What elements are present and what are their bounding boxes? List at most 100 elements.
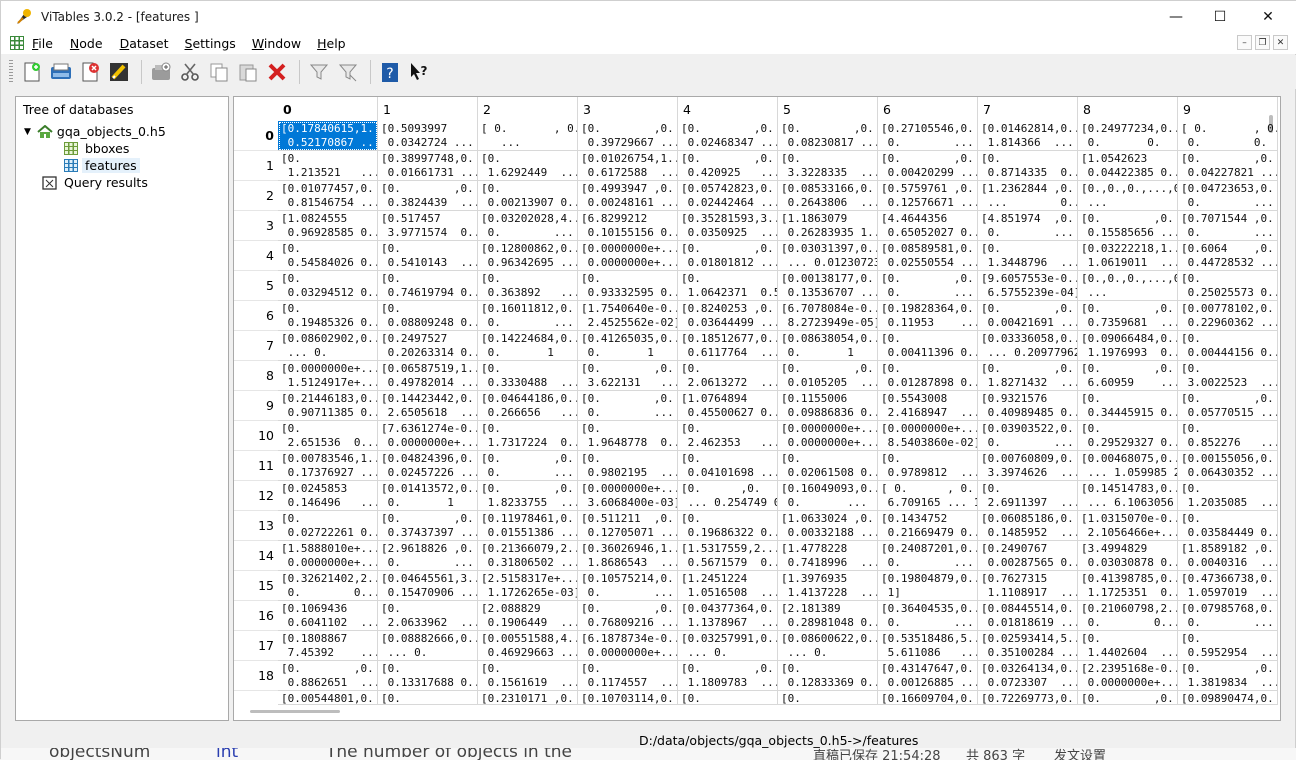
table-cell[interactable]: [7.6361274e-0... 0.0000000e+... <box>378 421 478 451</box>
table-cell[interactable]: [0.0000000e+... 8.5403860e-02] <box>878 421 978 451</box>
table-cell[interactable]: [0. 0.34445915 0.... <box>1078 391 1178 421</box>
table-cell[interactable]: [0.09890474,0. <box>1178 691 1278 705</box>
table-cell[interactable]: [0. 1.0642371 0.5... <box>678 271 778 301</box>
table-cell[interactable]: [1.0633024 ,0. 0.00332188 ...... <box>778 511 878 541</box>
table-cell[interactable]: [0. 2.0613272 ... <box>678 361 778 391</box>
table-cell[interactable]: [0.16049093,0.... 0. ... <box>778 481 878 511</box>
table-cell[interactable]: [0.517457 3.9771574 0.... <box>378 211 478 241</box>
table-cell[interactable]: [1.0315070e-0... 2.1056466e+... <box>1078 511 1178 541</box>
table-cell[interactable]: [0.03257991,0.... ... 0. <box>678 631 778 661</box>
table-cell[interactable]: [0.5093997 0.0342724 ... <box>378 121 478 151</box>
table-cell[interactable]: [0. 0.04101698 ...... <box>678 451 778 481</box>
open-file-button[interactable] <box>48 59 74 85</box>
table-cell[interactable]: [0. 0.3330488 ... <box>478 361 578 391</box>
table-cell[interactable]: [0.19804879,0.... 1] <box>878 571 978 601</box>
edit-button[interactable] <box>106 59 132 85</box>
table-cell[interactable]: [1.7540640e-0... 2.4525562e-02] <box>578 301 678 331</box>
table-cell[interactable]: [1.8589182 ,0. 0.0040316 ... <box>1178 541 1278 571</box>
table-cell[interactable]: [1.1863079 0.26283935 1.... <box>778 211 878 241</box>
table-cell[interactable]: [2.2395168e-0... 0.0000000e+... <box>1078 661 1178 691</box>
table-cell[interactable]: [0. 0.93332595 0.... <box>578 271 678 301</box>
table-cell[interactable]: [0.03222218,1... 1.0619011 ... <box>1078 241 1178 271</box>
table-cell[interactable]: [4.851974 ,0. 0. ... 0.... <box>978 211 1078 241</box>
table-cell[interactable]: [0. 2.6911397 ... ... <box>978 481 1078 511</box>
table-cell[interactable]: [0. <box>778 691 878 705</box>
table-cell[interactable]: [0.0000000e+... 0.0000000e+... <box>578 241 678 271</box>
table-cell[interactable]: [0.72269773,0. <box>978 691 1078 705</box>
table-cell[interactable]: [0. 0.9789812 ... <box>878 451 978 481</box>
table-cell[interactable]: [0.4993947 ,0. 0.00248161 ...... <box>578 181 678 211</box>
table-cell[interactable]: [0.03202028,4... 0. ... 0. <box>478 211 578 241</box>
table-cell[interactable]: [0.12800862,0.... 0.96342695 ...... <box>478 241 578 271</box>
table-cell[interactable]: [1.2362844 ,0. ... 0.... <box>978 181 1078 211</box>
table-cell[interactable]: [0.36404535,0.... 0. ... <box>878 601 978 631</box>
table-cell[interactable]: [2.5158317e+... 1.1726265e-03] <box>478 571 578 601</box>
table-cell[interactable]: [0.35281593,3... 0.0350925 ... <box>678 211 778 241</box>
row-header[interactable]: 15 <box>234 571 278 601</box>
table-cell[interactable]: [0.36026946,1... 1.8686543 ... <box>578 541 678 571</box>
row-header[interactable]: 14 <box>234 541 278 571</box>
table-cell[interactable]: [0.43147647,0. 0.00126885 ...... <box>878 661 978 691</box>
paste-button[interactable] <box>235 59 261 85</box>
table-cell[interactable]: [0. ,0. 3.622131 ... <box>578 361 678 391</box>
table-cell[interactable]: [0.10703114,0. <box>578 691 678 705</box>
table-cell[interactable]: [0. ,0. <box>1078 691 1178 705</box>
table-cell[interactable]: [0. ,0. 0.76809216 ...... <box>578 601 678 631</box>
table-cell[interactable]: [0. 1.213521 ... <box>278 151 378 181</box>
table-cell[interactable]: [0.24087201,0.... 0. ... <box>878 541 978 571</box>
table-cell[interactable]: [0. 0.19686322 0.... <box>678 511 778 541</box>
table-cell[interactable]: [0.2490767 0.00287565 0.... <box>978 541 1078 571</box>
table-cell[interactable]: [0. 0.1174557 ... <box>578 661 678 691</box>
table-cell[interactable]: [0. ,0. 1.8233755 ...... <box>478 481 578 511</box>
table-cell[interactable]: [2.088829 0.1906449 ... <box>478 601 578 631</box>
table-cell[interactable]: [0.21060798,2... 0. 0.... <box>1078 601 1178 631</box>
table-cell[interactable]: [0. 0.13317688 0.... <box>378 661 478 691</box>
table-cell[interactable]: [0. ,0. 1.1809783 ... <box>678 661 778 691</box>
table-cell[interactable]: [0.04377364,0. 1.1378967 ... <box>678 601 778 631</box>
table-cell[interactable]: [0. 0.29529327 0.... <box>1078 421 1178 451</box>
menu-dataset[interactable]: Dataset <box>120 36 177 51</box>
table-cell[interactable]: [0.18512677,0.... 0.6117764 ... <box>678 331 778 361</box>
table-cell[interactable]: [0.06587519,1... 0.49782014 ...... <box>378 361 478 391</box>
column-header[interactable]: 9 <box>1178 97 1278 121</box>
table-cell[interactable]: [0.04824396,0. 0.02457226 ...... <box>378 451 478 481</box>
table-cell[interactable]: [0. 3.3228335 ... <box>778 151 878 181</box>
horizontal-scroll-thumb[interactable] <box>250 710 340 713</box>
table-cell[interactable]: [0. 0.00411396 0.... <box>878 331 978 361</box>
table-cell[interactable]: [0. ,0. 0.08230817 ...... <box>778 121 878 151</box>
table-cell[interactable]: [0. 0.02722261 0.... <box>278 511 378 541</box>
table-cell[interactable]: [0. ,0. 0.04227821 ... <box>1178 151 1278 181</box>
column-header[interactable]: 0 <box>278 97 378 121</box>
table-cell[interactable]: [2.181389 0.28981048 0.... <box>778 601 878 631</box>
table-cell[interactable]: [0. 0.03294512 0.... <box>278 271 378 301</box>
table-cell[interactable]: [0.10575214,0. 0. ... <box>578 571 678 601</box>
table-cell[interactable]: [0.2310171 ,0. <box>478 691 578 705</box>
table-cell[interactable]: [0. 0.03584449 0... <box>1178 511 1278 541</box>
table-cell[interactable]: [0.01077457,0. 0.81546754 ...... <box>278 181 378 211</box>
table-cell[interactable]: [0. ,0. 0.420925 ... <box>678 151 778 181</box>
new-group-button[interactable] <box>148 59 174 85</box>
expand-arrow-icon[interactable]: ▼ <box>24 127 31 137</box>
table-cell[interactable]: [0. 0.363892 ... <box>478 271 578 301</box>
table-cell[interactable]: [0.38997748,0. 0.01661731 ...... <box>378 151 478 181</box>
table-cell[interactable]: [0.27105546,0. 0. ... <box>878 121 978 151</box>
menu-help[interactable]: Help <box>317 36 354 51</box>
table-cell[interactable]: [0.07985768,0. 0. ... <box>1178 601 1278 631</box>
table-cell[interactable]: [0.03903522,0. 0. ... <box>978 421 1078 451</box>
row-header[interactable]: 5 <box>234 271 278 301</box>
table-cell[interactable]: [0. ,0. 0.3824439 ...... <box>378 181 478 211</box>
table-cell[interactable]: [0.,0.,0.,...,0.,0., ... <box>1078 181 1178 211</box>
table-cell[interactable]: [0.01026754,1... 0.6172588 ... <box>578 151 678 181</box>
table-cell[interactable]: [0. ,0. 0.05770515 ... <box>1178 391 1278 421</box>
table-cell[interactable]: [0.32621402,2... 0. 0.... <box>278 571 378 601</box>
table-cell[interactable]: [0.6064 ,0. 0.44728532 ... <box>1178 241 1278 271</box>
maximize-button[interactable]: ☐ <box>1197 1 1243 32</box>
table-cell[interactable]: [0.41398785,0.... 1.1725351 0.... <box>1078 571 1178 601</box>
table-cell[interactable]: [0. 2.0633962 ... <box>378 601 478 631</box>
table-cell[interactable]: [9.6057553e-0... 6.5755239e-04] <box>978 271 1078 301</box>
table-cell[interactable]: [ 0. , 0. ... <box>478 121 578 151</box>
table-cell[interactable]: [0. ,0. ,0. ... 0.254749 0.... <box>678 481 778 511</box>
copy-button[interactable] <box>206 59 232 85</box>
table-cell[interactable]: [0. ,0. 0.02468347 ...... <box>678 121 778 151</box>
table-cell[interactable]: [0. ,0. 0.01801812 ...... <box>678 241 778 271</box>
